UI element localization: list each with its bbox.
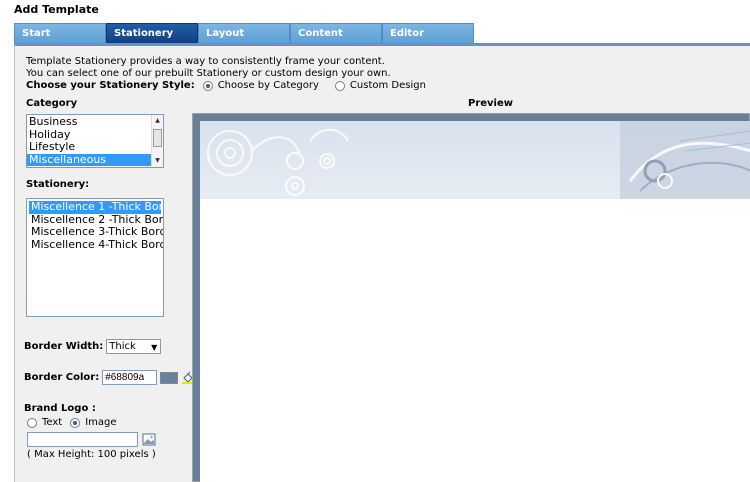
style-option-custom-label: Custom Design bbox=[349, 80, 426, 91]
image-browse-icon[interactable] bbox=[142, 433, 156, 447]
border-width-row: Border Width: Thick ▼ bbox=[24, 339, 162, 354]
category-item-lifestyle[interactable]: Lifestyle bbox=[27, 140, 163, 154]
brand-logo-label: Brand Logo : bbox=[24, 403, 96, 414]
stationery-item-4[interactable]: Miscellence 4-Thick Border bbox=[29, 238, 163, 252]
radio-custom-design[interactable] bbox=[334, 80, 345, 91]
stationery-preview bbox=[192, 113, 750, 482]
tab-editor[interactable]: Editor bbox=[382, 23, 474, 43]
chevron-down-icon: ▼ bbox=[151, 343, 158, 352]
stationery-style-row: Choose your Stationery Style: Choose by … bbox=[26, 80, 442, 91]
style-option-category-label: Choose by Category bbox=[217, 80, 319, 91]
category-label: Category bbox=[26, 98, 78, 109]
tab-layout[interactable]: Layout bbox=[198, 23, 290, 43]
border-color-swatch bbox=[160, 371, 179, 384]
border-color-input[interactable] bbox=[102, 370, 158, 385]
stationery-style-label: Choose your Stationery Style: bbox=[26, 80, 195, 91]
intro-line-2: You can select one of our prebuilt Stati… bbox=[26, 68, 391, 79]
intro-text: Template Stationery provides a way to co… bbox=[26, 56, 391, 80]
logo-image-input[interactable] bbox=[27, 432, 138, 447]
stationery-label: Stationery: bbox=[26, 179, 90, 190]
style-option-custom[interactable]: Custom Design bbox=[334, 80, 426, 91]
tab-content[interactable]: Content bbox=[290, 23, 382, 43]
scroll-up-icon[interactable]: ▲ bbox=[152, 116, 163, 126]
stationery-item-1[interactable]: Miscellence 1 -Thick Border bbox=[29, 200, 163, 214]
style-option-category[interactable]: Choose by Category bbox=[202, 80, 319, 91]
radio-choose-by-category[interactable] bbox=[202, 80, 213, 91]
category-listbox[interactable]: Business Holiday Lifestyle Miscellaneous… bbox=[26, 114, 164, 168]
category-scrollbar[interactable]: ▲ ▼ bbox=[151, 115, 163, 167]
category-item-miscellaneous[interactable]: Miscellaneous bbox=[27, 153, 151, 166]
preview-label: Preview bbox=[468, 98, 514, 109]
border-color-row: Border Color: bbox=[24, 370, 195, 385]
page-title: Add Template bbox=[14, 3, 99, 16]
logo-option-text-label: Text bbox=[42, 417, 63, 428]
border-width-select[interactable]: Thick ▼ bbox=[106, 339, 162, 354]
logo-option-image-label: Image bbox=[85, 417, 117, 428]
logo-option-image[interactable]: Image bbox=[70, 417, 117, 428]
logo-max-height-hint: ( Max Height: 100 pixels ) bbox=[27, 449, 156, 460]
scroll-down-icon[interactable]: ▼ bbox=[152, 156, 163, 166]
wizard-tabs: Start Stationery Layout Content Editor bbox=[14, 23, 474, 43]
preview-canvas bbox=[200, 121, 750, 482]
logo-option-text[interactable]: Text bbox=[27, 417, 62, 428]
scroll-thumb[interactable] bbox=[153, 129, 162, 147]
tab-start[interactable]: Start bbox=[14, 23, 106, 43]
logo-input-row bbox=[27, 432, 156, 447]
stationery-listbox[interactable]: Miscellence 1 -Thick Border Miscellence … bbox=[26, 198, 164, 317]
preview-banner bbox=[200, 121, 750, 199]
border-color-label: Border Color: bbox=[24, 372, 100, 383]
tab-stationery[interactable]: Stationery bbox=[106, 23, 198, 43]
brand-logo-options: Text Image bbox=[27, 417, 133, 428]
intro-line-1: Template Stationery provides a way to co… bbox=[26, 56, 385, 67]
border-width-label: Border Width: bbox=[24, 341, 104, 352]
border-width-value: Thick bbox=[109, 341, 136, 352]
stationery-item-3[interactable]: Miscellence 3-Thick Border bbox=[29, 225, 163, 239]
category-item-business[interactable]: Business bbox=[27, 115, 163, 129]
radio-logo-text[interactable] bbox=[27, 417, 37, 428]
radio-logo-image[interactable] bbox=[70, 417, 81, 428]
